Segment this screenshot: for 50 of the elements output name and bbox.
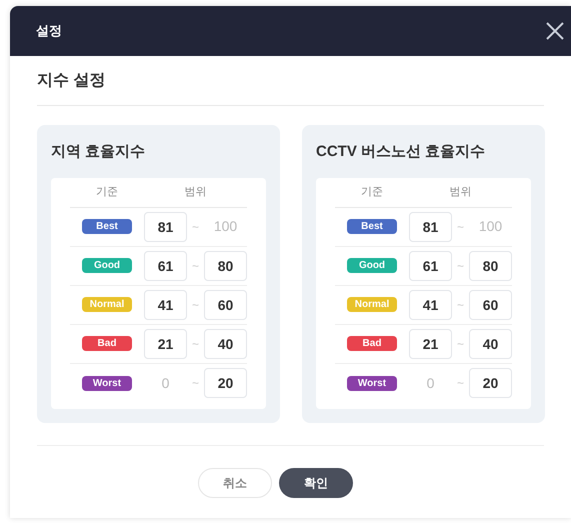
range-separator: ~ [190,375,200,392]
column-header: 기준 [360,184,384,200]
number-field[interactable]: 21 [409,328,452,358]
number-field[interactable]: 81 [144,212,187,242]
column-header: 범위 [184,184,208,200]
range-separator: ~ [190,258,200,274]
range-separator: ~ [190,296,200,314]
grade-tag: Normal [82,297,132,312]
section-title: 지수 설정 [37,70,106,90]
range-value: 0 [160,374,170,392]
range-separator: ~ [456,258,465,274]
grade-tag: Normal [347,297,397,312]
range-separator: ~ [456,336,465,352]
panel-title: 지역 효율지수 [51,142,146,162]
range-separator: ~ [456,218,465,236]
number-field[interactable]: 61 [144,250,187,280]
grade-tag: Bad [347,336,397,351]
grade-tag: Bad [82,336,132,351]
number-field[interactable]: 40 [204,328,247,358]
cancel-button[interactable]: 취소 [198,468,272,498]
number-field[interactable]: 61 [409,250,452,280]
range-value: 100 [478,217,504,236]
range-separator: ~ [190,218,200,236]
number-field[interactable]: 40 [469,328,512,358]
number-field[interactable]: 60 [469,290,512,320]
grade-tag: Worst [82,376,132,390]
window-title: 설정 [36,22,62,40]
grade-tag: Best [347,219,397,234]
range-separator: ~ [190,336,200,352]
number-field[interactable]: 21 [144,328,187,358]
number-field[interactable]: 20 [469,368,512,398]
grade-tag: Worst [347,376,397,390]
number-field[interactable]: 80 [204,250,247,280]
grade-tag: Good [347,258,397,273]
number-field[interactable]: 41 [409,290,452,320]
column-header: 범위 [448,184,472,200]
range-value: 0 [426,374,436,392]
number-field[interactable]: 20 [204,368,247,398]
number-field[interactable]: 60 [204,290,247,320]
number-field[interactable]: 80 [469,250,512,280]
grade-tag: Good [82,258,132,273]
range-separator: ~ [456,375,465,392]
range-separator: ~ [456,296,465,314]
number-field[interactable]: 41 [144,290,187,320]
number-field[interactable]: 81 [409,212,452,242]
grade-tag: Best [82,219,132,234]
column-header: 기준 [95,184,119,200]
range-value: 100 [212,217,238,236]
confirm-button[interactable]: 확인 [279,468,353,498]
panel-title: CCTV 버스노선 효율지수 [316,142,486,162]
